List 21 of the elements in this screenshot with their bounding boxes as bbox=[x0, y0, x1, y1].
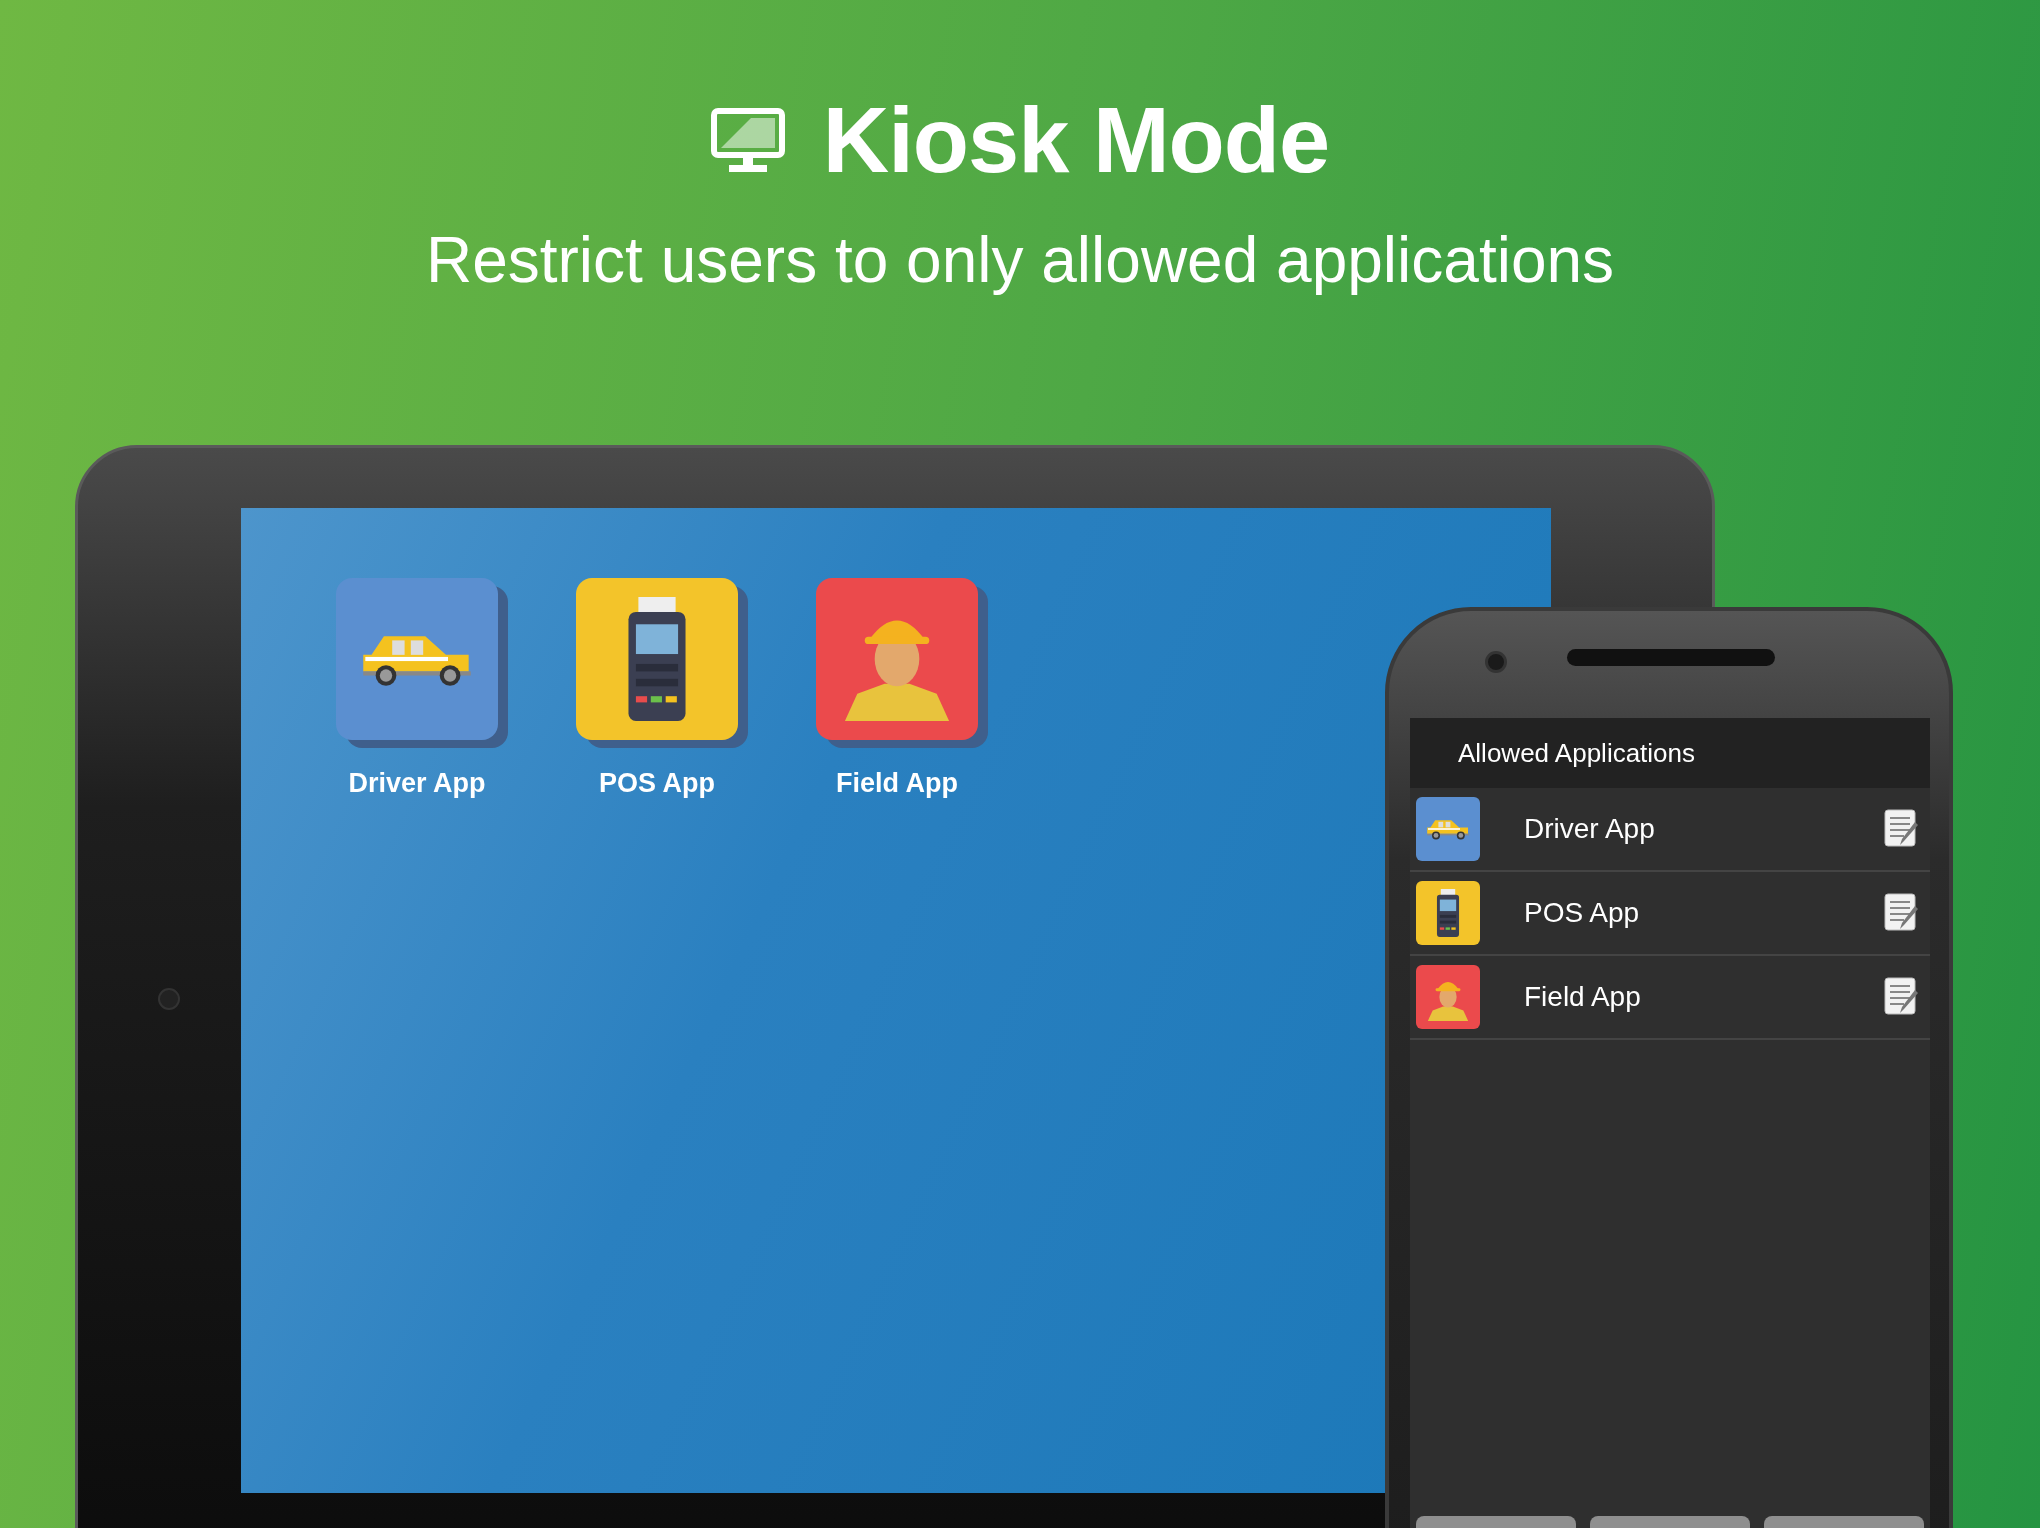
page-subtitle: Restrict users to only allowed applications bbox=[425, 223, 1615, 297]
card-terminal-icon bbox=[1436, 889, 1460, 937]
monitor-icon bbox=[710, 107, 785, 174]
app-name: Field App bbox=[1524, 981, 1642, 1013]
camera-icon bbox=[158, 988, 180, 1010]
edit-button[interactable] bbox=[1884, 893, 1920, 933]
app-label: POS App bbox=[599, 768, 715, 799]
app-name: Driver App bbox=[1524, 813, 1656, 845]
app-label: Driver App bbox=[348, 768, 486, 799]
app-tile[interactable] bbox=[1416, 965, 1480, 1029]
app-label: Field App bbox=[836, 768, 958, 799]
app-name: POS App bbox=[1524, 897, 1641, 929]
taxi-icon bbox=[1424, 817, 1472, 841]
edit-button[interactable] bbox=[1884, 809, 1920, 849]
list-title: Allowed Applications bbox=[1458, 737, 1696, 769]
app-tile[interactable] bbox=[1416, 881, 1480, 945]
app-tile[interactable] bbox=[1416, 797, 1480, 861]
page-title: Kiosk Mode bbox=[822, 88, 1330, 193]
edit-button[interactable] bbox=[1884, 977, 1920, 1017]
card-terminal-icon bbox=[626, 597, 688, 721]
camera-icon bbox=[1485, 651, 1507, 673]
